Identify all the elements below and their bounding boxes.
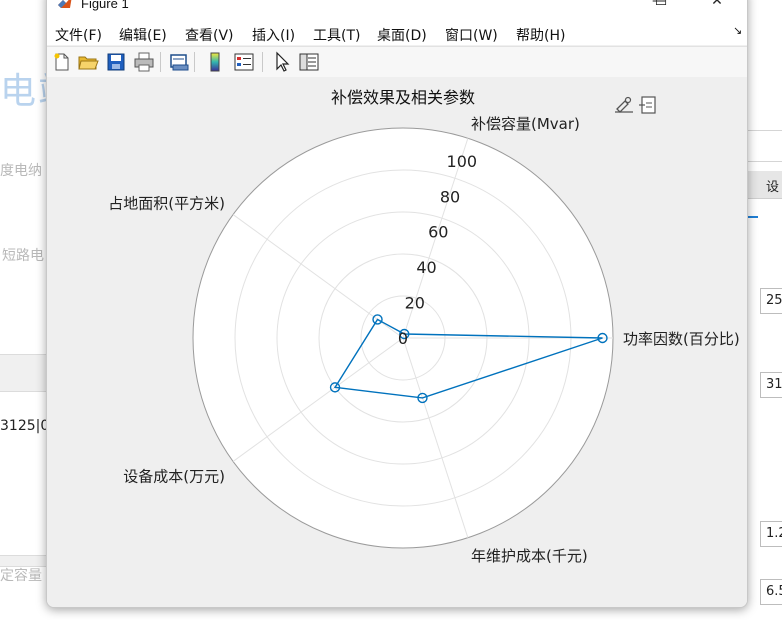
background-section-divider: [0, 354, 48, 392]
save-icon[interactable]: [105, 51, 127, 73]
new-figure-icon[interactable]: [51, 51, 73, 73]
maximize-button[interactable]: ☐: [641, 0, 681, 15]
window-title: Figure 1: [81, 0, 129, 11]
menu-help[interactable]: 帮助(H): [516, 25, 565, 45]
background-input-field[interactable]: 25.: [760, 288, 782, 314]
restore-view-icon[interactable]: [639, 96, 656, 114]
matlab-logo-icon: [58, 0, 72, 8]
background-panel-box: [746, 130, 782, 162]
colorbar-icon[interactable]: [204, 51, 226, 73]
background-label: 度电纳: [0, 163, 42, 179]
open-file-icon[interactable]: [77, 51, 99, 73]
menu-view[interactable]: 查看(V): [185, 25, 234, 45]
background-label: 定容量: [0, 568, 42, 584]
background-settings-tab[interactable]: 设: [746, 171, 782, 199]
background-input-field[interactable]: 31.: [760, 372, 782, 398]
export-icon[interactable]: [615, 96, 633, 113]
menu-file[interactable]: 文件(F): [55, 25, 102, 45]
background-field-value: 6.5: [766, 584, 782, 599]
menu-edit[interactable]: 编辑(E): [119, 25, 167, 45]
background-field-value: 31.: [766, 377, 782, 392]
figure-canvas: [47, 77, 747, 607]
background-field-value: 25.: [766, 293, 782, 308]
toolbar-separator: [160, 52, 161, 72]
background-tab-label: 设: [766, 180, 780, 195]
background-label: 短路电: [2, 248, 44, 264]
close-button[interactable]: ✕: [697, 0, 737, 15]
background-value: 3125|0: [0, 418, 50, 434]
background-field-value: 1.2: [766, 526, 782, 541]
menu-window[interactable]: 窗口(W): [445, 25, 498, 45]
dock-arrow-icon[interactable]: ↘: [733, 24, 742, 37]
property-editor-icon[interactable]: [298, 51, 320, 73]
background-input-field[interactable]: 6.5: [760, 579, 782, 605]
figure-toolbar: [47, 46, 747, 78]
toolbar-separator: [262, 52, 263, 72]
menu-desktop[interactable]: 桌面(D): [377, 25, 427, 45]
menu-insert[interactable]: 插入(I): [252, 25, 295, 45]
title-bar[interactable]: Figure 1 — ☐ ✕: [47, 0, 747, 19]
pointer-icon[interactable]: [271, 51, 293, 73]
legend-icon[interactable]: [233, 51, 255, 73]
print-icon[interactable]: [133, 51, 155, 73]
background-input-field[interactable]: 1.2: [760, 521, 782, 547]
link-plot-icon[interactable]: [168, 51, 190, 73]
toolbar-separator: [194, 52, 195, 72]
axes-toolbar: [615, 96, 656, 114]
menu-tools[interactable]: 工具(T): [313, 25, 360, 45]
figure-window: Figure 1 — ☐ ✕ 文件(F) 编辑(E) 查看(V) 插入(I) 工…: [46, 0, 748, 608]
menu-bar: 文件(F) 编辑(E) 查看(V) 插入(I) 工具(T) 桌面(D) 窗口(W…: [47, 19, 747, 45]
